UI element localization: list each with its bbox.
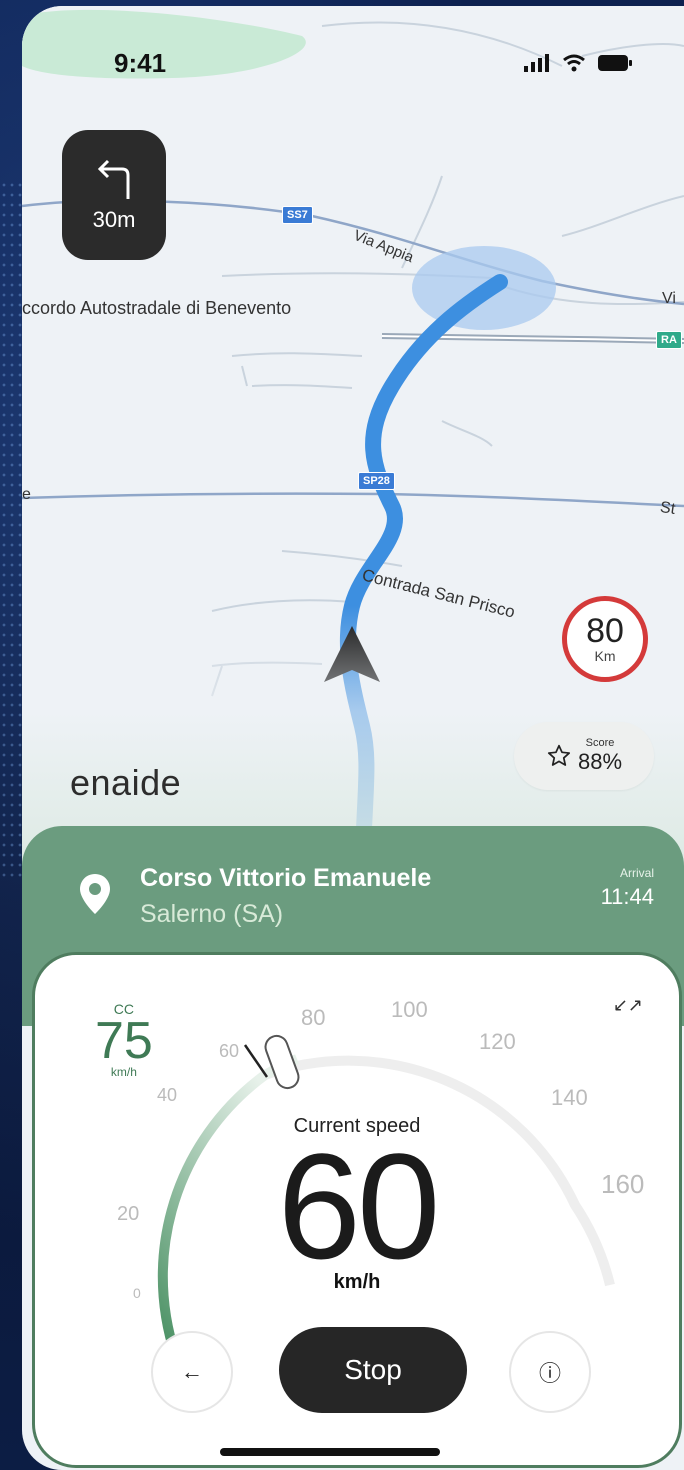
speed-limit-value: 80 bbox=[586, 612, 624, 650]
speedometer-panel: CC 75 km/h ↙↗ 0 20 40 60 80 100 120 140 … bbox=[32, 952, 682, 1468]
score-badge[interactable]: Score 88% bbox=[514, 722, 654, 790]
score-label: Score bbox=[585, 737, 615, 749]
gauge-tick-60: 60 bbox=[219, 1041, 240, 1061]
info-button[interactable]: ⓘ bbox=[509, 1331, 591, 1413]
turn-left-icon bbox=[97, 159, 130, 199]
gauge-tick-140: 140 bbox=[551, 1085, 588, 1110]
brand-logo: enaide bbox=[70, 762, 182, 803]
cruise-control[interactable]: CC 75 km/h bbox=[95, 1001, 153, 1079]
gauge-tick-100: 100 bbox=[391, 997, 428, 1022]
status-icons bbox=[524, 54, 632, 72]
score-value: 88% bbox=[577, 749, 623, 774]
phone-screen: SS7 Via Appia ccordo Autostradale di Ben… bbox=[22, 6, 684, 1470]
arrival-label: Arrival bbox=[619, 866, 654, 880]
wifi-icon bbox=[563, 54, 585, 72]
stop-button[interactable]: Stop bbox=[279, 1327, 467, 1413]
map-label-raccordo: ccordo Autostradale di Benevento bbox=[22, 298, 292, 318]
turn-distance: 30m bbox=[92, 207, 136, 232]
star-icon bbox=[547, 744, 571, 766]
road-shield-sp28: SP28 bbox=[358, 472, 395, 490]
status-bar: 9:41 bbox=[22, 36, 684, 92]
destination-city: Salerno (SA) bbox=[140, 900, 284, 928]
home-indicator[interactable] bbox=[220, 1448, 440, 1456]
info-icon: ⓘ bbox=[538, 1361, 561, 1386]
map-label-edge-e: e bbox=[22, 486, 31, 503]
battery-icon bbox=[598, 55, 632, 71]
destination-street: Corso Vittorio Emanuele bbox=[140, 864, 432, 892]
speed-limit-sign: 80 Km bbox=[562, 596, 648, 682]
decorative-dots bbox=[0, 180, 24, 880]
location-pin-icon bbox=[80, 874, 110, 914]
signal-icon bbox=[524, 54, 549, 72]
cruise-value: 75 bbox=[95, 1012, 153, 1070]
turn-instruction-card[interactable]: 30m bbox=[62, 130, 166, 260]
collapse-icon[interactable]: ↙↗ bbox=[613, 995, 643, 1016]
back-button[interactable]: ← bbox=[151, 1331, 233, 1413]
road-shield-ra: RA bbox=[656, 331, 682, 349]
gauge-tick-40: 40 bbox=[157, 1085, 178, 1105]
stop-label: Stop bbox=[344, 1354, 402, 1385]
speed-limit-unit: Km bbox=[594, 648, 616, 664]
road-shield-ss7: SS7 bbox=[282, 206, 313, 224]
current-speed-unit: km/h bbox=[333, 1271, 381, 1293]
map-label-edge-vi: Vi bbox=[662, 290, 676, 307]
current-speed-value: 60 bbox=[277, 1122, 441, 1290]
gauge-tick-80: 80 bbox=[301, 1005, 326, 1030]
arrow-left-icon: ← bbox=[181, 1359, 203, 1384]
map-label-edge-st: St bbox=[658, 499, 677, 518]
gauge-tick-120: 120 bbox=[479, 1029, 516, 1054]
status-time: 9:41 bbox=[114, 48, 167, 78]
arrival-time: 11:44 bbox=[600, 884, 654, 909]
